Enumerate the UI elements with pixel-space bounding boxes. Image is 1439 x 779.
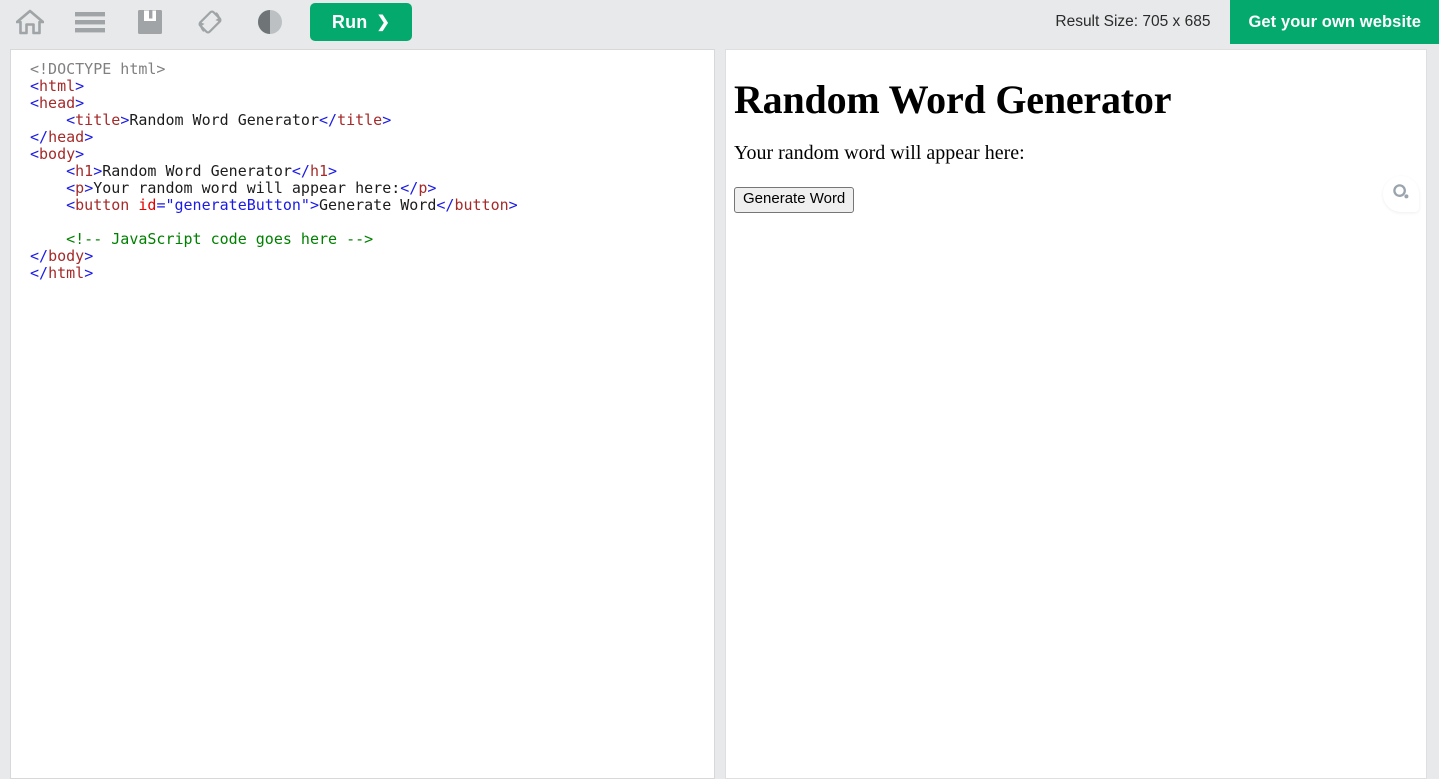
code-editor-text[interactable]: <!DOCTYPE html> <html> <head> <title>Ran…: [11, 50, 714, 282]
code-token-tag: title: [337, 111, 383, 129]
code-token-punct: <: [30, 145, 40, 163]
get-your-own-website-button[interactable]: Get your own website: [1230, 0, 1439, 44]
result-preview-content: Random Word Generator Your random word w…: [726, 50, 1426, 221]
code-token-punct: <: [30, 94, 40, 112]
code-token-punct: >: [309, 196, 319, 214]
code-token-tag: head: [39, 94, 76, 112]
code-token-tag: body: [39, 145, 76, 163]
rotate-orientation-button[interactable]: [180, 0, 240, 44]
pane-resize-handle[interactable]: [716, 44, 724, 737]
save-icon: [137, 9, 163, 35]
contrast-icon: [256, 8, 284, 36]
code-token-text: Random Word Generator: [102, 162, 292, 180]
code-token-punct: <: [66, 111, 76, 129]
code-token-punct: >: [84, 128, 94, 146]
code-token-punct: >: [508, 196, 518, 214]
code-token-tag: p: [75, 179, 85, 197]
code-token-punct: </: [30, 247, 49, 265]
code-token-tag: h1: [309, 162, 329, 180]
generate-word-button[interactable]: Generate Word: [734, 187, 855, 213]
home-button[interactable]: [0, 0, 60, 44]
feedback-icon: [1391, 182, 1411, 207]
toolbar: Run ❯ Result Size: 705 x 685 Get your ow…: [0, 0, 1439, 44]
code-token-punct: >: [75, 94, 85, 112]
code-token-text: Random Word Generator: [129, 111, 319, 129]
code-token-punct: >: [382, 111, 392, 129]
run-button[interactable]: Run ❯: [310, 3, 412, 41]
code-token-punct: </: [436, 196, 455, 214]
code-token-tag: h1: [75, 162, 94, 180]
code-token-tag: p: [418, 179, 428, 197]
code-token-punct: >: [84, 264, 94, 282]
code-token-punct: </: [400, 179, 419, 197]
code-token-punct: >: [427, 179, 437, 197]
code-token-text: Your random word will appear here:: [93, 179, 401, 197]
code-token-punct: <: [66, 179, 76, 197]
result-preview-pane: Random Word Generator Your random word w…: [725, 49, 1427, 779]
code-token-punct: >: [84, 247, 94, 265]
code-token-tag: head: [48, 128, 85, 146]
code-token-punct: </: [30, 128, 49, 146]
code-token-tag: body: [48, 247, 85, 265]
preview-heading: Random Word Generator: [734, 77, 1172, 122]
toolbar-right-group: Result Size: 705 x 685 Get your own webs…: [1055, 0, 1439, 44]
code-token-tag: button: [454, 196, 509, 214]
code-token-punct: >: [93, 162, 103, 180]
run-button-label: Run: [331, 11, 368, 32]
code-token-punct: </: [291, 162, 310, 180]
code-token-tag: title: [75, 111, 121, 129]
theme-contrast-button[interactable]: [240, 0, 300, 44]
code-token-comment: <!-- JavaScript code goes here -->: [66, 230, 374, 248]
code-token-text: Generate Word: [319, 196, 437, 214]
code-token-attr: id: [138, 196, 157, 214]
preview-paragraph: Your random word will appear here:: [734, 142, 1025, 164]
code-token-punct: </: [30, 264, 49, 282]
code-token-punct: <: [66, 196, 76, 214]
code-token-punct: </: [319, 111, 338, 129]
rotate-icon: [195, 7, 225, 37]
menu-icon: [74, 10, 106, 34]
code-token-punct: >: [84, 179, 94, 197]
code-token-punct: >: [328, 162, 338, 180]
code-token-val: "generateButton": [165, 196, 310, 214]
code-token-tag: html: [39, 77, 76, 95]
code-token-punct: >: [120, 111, 130, 129]
code-token-punct: <: [30, 77, 40, 95]
code-token-punct: >: [75, 145, 85, 163]
toolbar-icon-group: [0, 0, 300, 44]
workspace: <!DOCTYPE html> <html> <head> <title>Ran…: [0, 44, 1439, 779]
result-size-label: Result Size: 705 x 685: [1055, 13, 1211, 30]
feedback-widget-button[interactable]: [1383, 176, 1419, 212]
code-token-punct: >: [75, 77, 85, 95]
chevron-right-icon: ❯: [376, 14, 391, 31]
code-token-punct: <: [66, 162, 76, 180]
code-token-tag: button: [75, 196, 130, 214]
code-editor-pane[interactable]: <!DOCTYPE html> <html> <head> <title>Ran…: [10, 49, 715, 779]
code-token-doctype: <!DOCTYPE html>: [30, 60, 166, 78]
home-icon: [16, 9, 44, 35]
menu-button[interactable]: [60, 0, 120, 44]
code-token-tag: html: [48, 264, 85, 282]
save-button[interactable]: [120, 0, 180, 44]
